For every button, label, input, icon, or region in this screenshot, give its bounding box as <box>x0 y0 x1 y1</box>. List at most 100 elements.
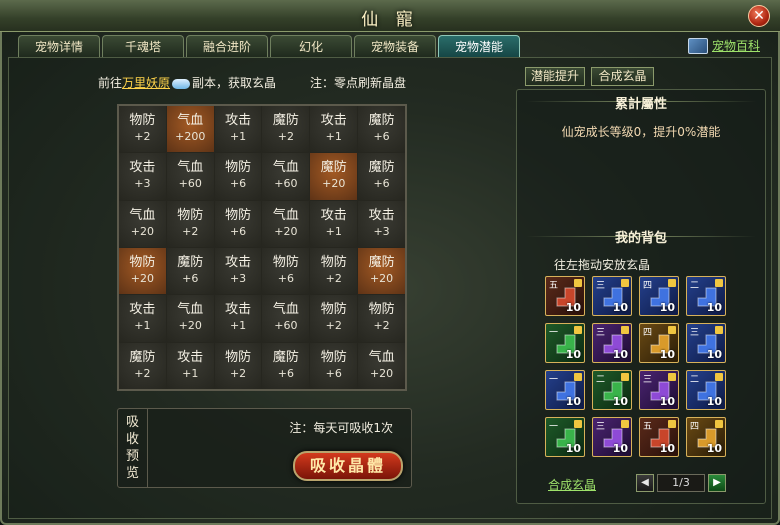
board-cell[interactable]: 物防 +20 <box>119 247 166 295</box>
board-cell[interactable]: 气血 +60 <box>262 153 310 200</box>
board-cell[interactable]: 物防 +2 <box>358 295 405 342</box>
board-cell[interactable]: 物防 +6 <box>262 247 310 295</box>
crystal-item[interactable]: 三 10 <box>686 323 726 363</box>
board-cell[interactable]: 魔防 +20 <box>358 247 405 295</box>
cell-value: +2 <box>373 319 390 333</box>
board-cell[interactable]: 气血 +60 <box>166 153 214 200</box>
board-cell[interactable]: 气血 +200 <box>166 106 214 153</box>
lock-icon <box>715 279 723 287</box>
tab-0[interactable]: 宠物详情 <box>18 35 100 57</box>
board-cell[interactable]: 攻击 +1 <box>214 295 262 342</box>
cell-stat: 气血 <box>368 349 395 365</box>
crystal-item[interactable]: 四 10 <box>639 323 679 363</box>
crystal-grade: 五 <box>643 422 653 432</box>
tab-4[interactable]: 宠物装备 <box>354 35 436 57</box>
board-cell[interactable]: 魔防 +2 <box>119 342 166 389</box>
crystal-item[interactable]: 二 10 <box>686 276 726 316</box>
cell-value: +60 <box>274 319 298 333</box>
lock-icon <box>715 373 723 381</box>
board-cell[interactable]: 攻击 +3 <box>119 153 166 200</box>
board-cell[interactable]: 攻击 +1 <box>310 200 358 247</box>
crystal-grade: 三 <box>690 328 700 338</box>
board-cell[interactable]: 物防 +2 <box>119 106 166 153</box>
lock-icon <box>668 326 676 334</box>
board-cell[interactable]: 攻击 +3 <box>214 247 262 295</box>
crystal-count: 10 <box>612 395 628 408</box>
cell-value: +20 <box>274 224 298 238</box>
board-cell[interactable]: 攻击 +1 <box>214 106 262 153</box>
dungeon-link[interactable]: 万里妖原 <box>122 76 170 90</box>
crystal-item[interactable]: 三 10 <box>639 370 679 410</box>
board-cell[interactable]: 魔防 +20 <box>310 153 358 200</box>
lock-icon <box>715 420 723 428</box>
merge-crystal-link[interactable]: 合成玄晶 <box>548 476 596 493</box>
crystal-count: 10 <box>659 348 675 361</box>
board-cell[interactable]: 魔防 +2 <box>262 106 310 153</box>
board-cell[interactable]: 魔防 +6 <box>358 106 405 153</box>
tab-5[interactable]: 宠物潜能 <box>438 35 520 57</box>
cell-value: +3 <box>229 272 247 286</box>
crystal-grade: 三 <box>643 375 653 385</box>
crystal-count: 10 <box>659 301 675 314</box>
cell-value: +60 <box>178 177 202 191</box>
crystal-grade: 一 <box>549 328 559 338</box>
next-arrow-icon[interactable]: ▶ <box>708 474 726 492</box>
board-cell[interactable]: 气血 +20 <box>262 200 310 247</box>
board-cell[interactable]: 攻击 +3 <box>358 200 405 247</box>
crystal-item[interactable]: 三 10 <box>592 417 632 457</box>
board-cell[interactable]: 攻击 +1 <box>166 342 214 389</box>
cell-value: +6 <box>182 272 199 286</box>
cell-value: +60 <box>274 177 298 191</box>
crystal-grade: 三 <box>596 281 606 291</box>
board-cell[interactable]: 攻击 +1 <box>310 106 358 153</box>
tab-merge-crystal[interactable]: 合成玄晶 <box>591 67 654 86</box>
cell-stat: 物防 <box>225 160 252 176</box>
board-cell[interactable]: 物防 +6 <box>214 200 262 247</box>
board-cell[interactable]: 物防 +2 <box>214 342 262 389</box>
cell-stat: 攻击 <box>177 349 204 365</box>
window-title: 仙 寵 <box>361 10 419 30</box>
absorb-button[interactable]: 吸收晶體 <box>293 451 403 481</box>
crystal-item[interactable]: 四 10 <box>686 417 726 457</box>
crystal-item[interactable]: 五 10 <box>545 276 585 316</box>
board-cell[interactable]: 气血 +20 <box>358 342 405 389</box>
crystal-item[interactable]: 一 10 <box>545 323 585 363</box>
board-cell[interactable]: 物防 +2 <box>310 295 358 342</box>
pet-wiki-link[interactable]: 宠物百科 <box>687 37 760 54</box>
crystal-item[interactable]: 三 10 <box>592 276 632 316</box>
crystal-item[interactable]: 三 10 <box>592 323 632 363</box>
cell-stat: 物防 <box>368 302 395 318</box>
crystal-item[interactable]: 四 10 <box>639 276 679 316</box>
lock-icon <box>574 420 582 428</box>
tab-2[interactable]: 融合进阶 <box>186 35 268 57</box>
crystal-item[interactable]: 五 10 <box>639 417 679 457</box>
crystal-grade: 一 <box>549 375 559 385</box>
board-cell[interactable]: 物防 +6 <box>214 153 262 200</box>
board-cell[interactable]: 气血 +20 <box>119 200 166 247</box>
crystal-count: 10 <box>612 301 628 314</box>
crystal-grade: 二 <box>596 375 606 385</box>
close-icon[interactable]: ✕ <box>748 5 770 27</box>
cell-stat: 攻击 <box>225 302 252 318</box>
cell-value: +2 <box>325 272 342 286</box>
board-cell[interactable]: 气血 +20 <box>166 295 214 342</box>
board-cell[interactable]: 物防 +6 <box>310 342 358 389</box>
cell-stat: 物防 <box>320 255 347 271</box>
crystal-item[interactable]: 一 10 <box>545 370 585 410</box>
crystal-item[interactable]: 二 10 <box>592 370 632 410</box>
board-cell[interactable]: 物防 +2 <box>310 247 358 295</box>
board-cell[interactable]: 魔防 +6 <box>166 247 214 295</box>
board-cell[interactable]: 攻击 +1 <box>119 295 166 342</box>
board-cell[interactable]: 气血 +60 <box>262 295 310 342</box>
board-cell[interactable]: 魔防 +6 <box>262 342 310 389</box>
tab-1[interactable]: 千魂塔 <box>102 35 184 57</box>
cell-value: +20 <box>369 366 394 380</box>
board-cell[interactable]: 魔防 +6 <box>358 153 405 200</box>
tab-potential-upgrade[interactable]: 潜能提升 <box>525 67 585 86</box>
prev-arrow-icon[interactable]: ◀ <box>636 474 654 492</box>
cell-stat: 物防 <box>320 349 347 365</box>
crystal-item[interactable]: 一 10 <box>545 417 585 457</box>
board-cell[interactable]: 物防 +2 <box>166 200 214 247</box>
crystal-item[interactable]: 二 10 <box>686 370 726 410</box>
tab-3[interactable]: 幻化 <box>270 35 352 57</box>
